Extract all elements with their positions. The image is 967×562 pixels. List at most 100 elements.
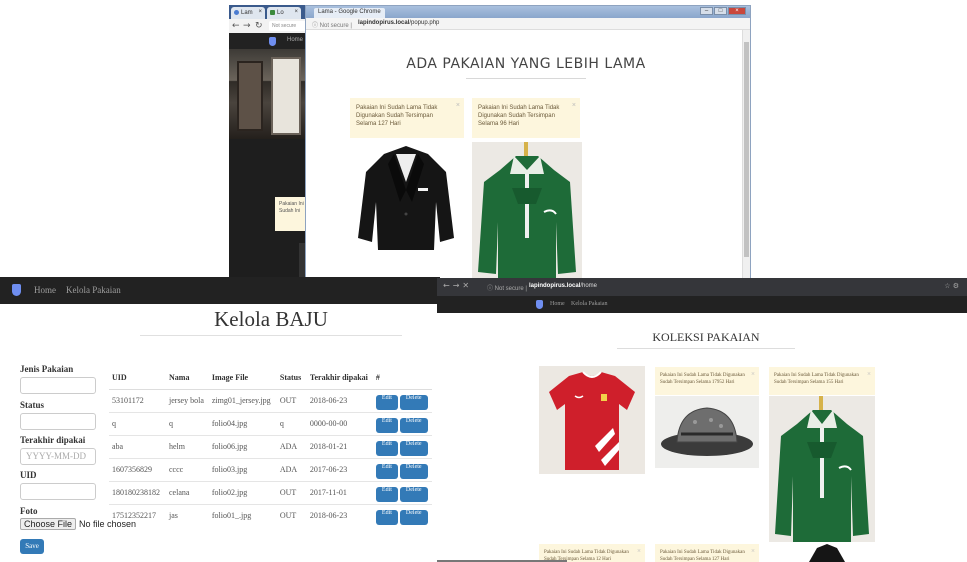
window-controls: – □ × xyxy=(700,7,746,15)
scrollbar-thumb[interactable] xyxy=(744,42,749,257)
nav-home-link[interactable]: Home xyxy=(34,285,56,295)
page-icon xyxy=(270,10,275,15)
delete-button[interactable]: Delete xyxy=(399,463,428,479)
nav-kelola-link[interactable]: Kelola Pakaian xyxy=(66,285,121,295)
date-cell: 2017-11-01 xyxy=(306,480,373,504)
reload-icon[interactable]: ↻ xyxy=(255,21,263,31)
edit-button[interactable]: Edit xyxy=(375,440,398,456)
photo-detail xyxy=(271,57,301,135)
extension-icons[interactable]: ☆ ⚙ xyxy=(944,282,959,290)
table-row: 180180238182 celana folio02.jpg OUT 2017… xyxy=(109,480,432,504)
background-browser-window: Lam × Lo × ← → ↻ Not secure Home Pakaian… xyxy=(229,5,309,280)
column-header: Nama xyxy=(166,367,209,390)
close-button[interactable]: × xyxy=(728,7,746,15)
table-row: 53101172 jersey bola zimg01_jersey.jpg O… xyxy=(109,388,432,412)
close-icon[interactable]: × xyxy=(294,9,298,15)
status-cell: ADA xyxy=(276,457,307,481)
close-icon[interactable]: × xyxy=(751,371,755,378)
actions-cell: Edit Delete xyxy=(372,503,432,527)
security-indicator[interactable]: ⓘ Not secure | xyxy=(487,283,527,292)
uid-label: UID xyxy=(20,470,37,480)
status-cell: ADA xyxy=(276,434,307,458)
black-blazer-image xyxy=(809,544,845,562)
minimize-button[interactable]: – xyxy=(700,7,713,15)
url-text[interactable]: lapindopirus.local/home xyxy=(529,283,597,289)
uid-input[interactable] xyxy=(20,483,96,500)
forward-icon[interactable]: → xyxy=(243,21,251,31)
divider xyxy=(617,348,795,349)
close-icon[interactable]: × xyxy=(751,548,755,555)
edit-button[interactable]: Edit xyxy=(375,509,398,525)
save-button[interactable]: Save xyxy=(20,539,44,554)
security-indicator[interactable]: ⓘ Not secure | xyxy=(312,20,352,29)
shield-logo-icon xyxy=(269,37,276,46)
bucket-hat-image xyxy=(655,396,759,468)
notice-text: Pakaian Ini Sudah Lama Tidak Digunakan S… xyxy=(660,373,745,385)
delete-button[interactable]: Delete xyxy=(399,417,428,433)
uid-cell: q xyxy=(109,411,166,435)
delete-button[interactable]: Delete xyxy=(399,394,428,410)
divider xyxy=(140,335,402,336)
jenis-input[interactable] xyxy=(20,377,96,394)
delete-button[interactable]: Delete xyxy=(399,440,428,456)
status-input[interactable] xyxy=(20,413,96,430)
browser-tab[interactable]: Lo × xyxy=(267,7,301,19)
page-icon xyxy=(234,10,239,15)
notice-card: Pakaian Ini Sudah Lama Tidak Digunakan S… xyxy=(769,367,875,395)
nama-cell: jas xyxy=(166,503,209,527)
status-cell: OUT xyxy=(276,480,307,504)
page-title: Kelola BAJU xyxy=(214,307,328,331)
nama-cell: jersey bola xyxy=(166,388,209,412)
maximize-button[interactable]: □ xyxy=(714,7,727,15)
url-field[interactable]: Not secure xyxy=(269,21,309,31)
uid-cell: 17512352217 xyxy=(109,503,166,527)
nav-home-link[interactable]: Home xyxy=(550,301,565,307)
close-icon[interactable]: × xyxy=(637,548,641,555)
url-host: lapindopirus.local xyxy=(529,283,581,289)
security-text: Not secure xyxy=(319,23,349,29)
nama-cell: q xyxy=(166,411,209,435)
delete-button[interactable]: Delete xyxy=(399,486,428,502)
popup-heading: ADA PAKAIAN YANG LEBIH LAMA xyxy=(406,56,646,72)
terakhir-label: Terakhir dipakai xyxy=(20,435,86,445)
edit-button[interactable]: Edit xyxy=(375,486,398,502)
url-text[interactable]: lapindopirus.local/popup.php xyxy=(358,20,439,26)
column-header: UID xyxy=(109,367,166,390)
notice-text: Pakaian Ini Sudah Lama Tidak Digunakan S… xyxy=(660,550,745,562)
terakhir-input[interactable]: YYYY-MM-DD xyxy=(20,448,96,465)
delete-button[interactable]: Delete xyxy=(399,509,428,525)
site-navbar: Home Kelola Pakaian xyxy=(437,296,967,313)
security-text: Not secure xyxy=(494,286,524,292)
actions-cell: Edit Delete xyxy=(372,411,432,435)
date-cell: 2018-01-21 xyxy=(306,434,373,458)
close-icon[interactable]: × xyxy=(572,102,576,110)
choose-file-button[interactable]: Choose File xyxy=(20,518,77,530)
red-jersey-image xyxy=(539,366,645,474)
notice-card: Pakaian Ini Sudah Lama Tidak Digunakan S… xyxy=(472,98,580,138)
back-icon[interactable]: ← xyxy=(232,21,240,31)
notice-card: Pakaian Ini Sudah Lama Tidak Digunakan S… xyxy=(655,367,759,395)
nav-home-link[interactable]: Home xyxy=(287,37,303,43)
page-title: KOLEKSI PAKAIAN xyxy=(652,330,760,344)
edit-button[interactable]: Edit xyxy=(375,463,398,479)
green-jacket-image xyxy=(472,142,582,279)
browser-tab[interactable]: Lam × xyxy=(231,7,265,19)
actions-cell: Edit Delete xyxy=(372,434,432,458)
popup-browser-window: Lama - Google Chrome – □ × ⓘ Not secure … xyxy=(305,5,751,280)
date-cell: 2018-06-23 xyxy=(306,388,373,412)
close-icon[interactable]: × xyxy=(867,371,871,378)
edit-button[interactable]: Edit xyxy=(375,417,398,433)
address-bar[interactable]: ⓘ Not secure | lapindopirus.local/popup.… xyxy=(306,18,750,30)
navigation-icons[interactable]: ←→✕ xyxy=(443,281,472,290)
actions-cell: Edit Delete xyxy=(372,457,432,481)
black-blazer-image xyxy=(350,142,462,258)
vertical-scrollbar[interactable] xyxy=(742,30,750,279)
close-icon[interactable]: × xyxy=(258,9,262,15)
image-cell: folio02.jpg xyxy=(208,480,277,504)
status-cell: OUT xyxy=(276,503,307,527)
edit-button[interactable]: Edit xyxy=(375,394,398,410)
nav-kelola-link[interactable]: Kelola Pakaian xyxy=(571,301,608,307)
notice-card: Pakaian Ini Sudah Lama Tidak Digunakan S… xyxy=(655,544,759,562)
divider xyxy=(466,78,586,79)
close-icon[interactable]: × xyxy=(456,102,460,110)
